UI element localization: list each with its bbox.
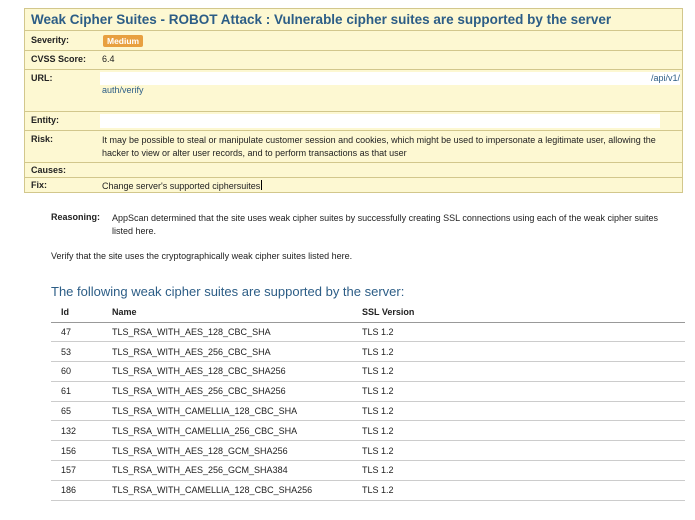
cipher-id: 132 <box>51 420 102 442</box>
cipher-name: TLS_RSA_WITH_AES_256_GCM_SHA384 <box>102 460 352 481</box>
verify-text: Verify that the site uses the cryptograp… <box>51 251 353 261</box>
ssl-version: TLS 1.2 <box>352 460 685 481</box>
fix-label: Fix: <box>31 180 48 190</box>
causes-row: Causes: <box>25 163 682 178</box>
cipher-name: TLS_RSA_WITH_CAMELLIA_128_CBC_SHA256 <box>102 480 352 501</box>
cipher-section-heading: The following weak cipher suites are sup… <box>51 284 405 299</box>
cipher-id: 186 <box>51 480 102 501</box>
ssl-version: TLS 1.2 <box>352 401 685 422</box>
url-label: URL: <box>31 73 53 83</box>
url-value-path[interactable]: auth/verify <box>102 85 144 95</box>
cipher-id: 65 <box>51 401 102 422</box>
cipher-name: TLS_RSA_WITH_AES_128_GCM_SHA256 <box>102 440 352 462</box>
url-row: URL: /api/v1/ auth/verify <box>25 70 682 112</box>
table-row: 47 TLS_RSA_WITH_AES_128_CBC_SHA TLS 1.2 <box>51 322 685 343</box>
table-row: 132 TLS_RSA_WITH_CAMELLIA_256_CBC_SHA TLS … <box>51 420 685 442</box>
fix-value: Change server's supported ciphersuites <box>102 180 263 191</box>
fix-text: Change server's supported ciphersuites <box>102 181 261 191</box>
cipher-name: TLS_RSA_WITH_CAMELLIA_256_CBC_SHA <box>102 420 352 442</box>
cvss-value: 6.4 <box>102 54 115 64</box>
table-row: 156 TLS_RSA_WITH_AES_128_GCM_SHA256 TLS 1.… <box>51 440 685 462</box>
ssl-version: TLS 1.2 <box>352 381 685 402</box>
reasoning-label: Reasoning: <box>51 212 101 222</box>
ssl-version: TLS 1.2 <box>352 440 685 462</box>
table-row: 60 TLS_RSA_WITH_AES_128_CBC_SHA256 TLS 1.2 <box>51 361 685 382</box>
reasoning-text: AppScan determined that the site uses we… <box>112 213 658 236</box>
table-row: 186 TLS_RSA_WITH_CAMELLIA_128_CBC_SHA256 T… <box>51 480 685 501</box>
cipher-id: 53 <box>51 341 102 363</box>
col-id-header: Id <box>51 302 102 323</box>
cipher-id: 157 <box>51 460 102 481</box>
severity-row: Severity: Medium <box>25 32 682 51</box>
table-row: 65 TLS_RSA_WITH_CAMELLIA_128_CBC_SHA TLS 1… <box>51 401 685 422</box>
risk-text: It may be possible to steal or manipulat… <box>102 135 656 158</box>
risk-row: Risk: It may be possible to steal or man… <box>25 131 682 163</box>
table-row: 157 TLS_RSA_WITH_AES_256_GCM_SHA384 TLS 1.… <box>51 460 685 481</box>
cvss-label: CVSS Score: <box>31 54 87 64</box>
fix-row: Fix: Change server's supported ciphersui… <box>25 178 682 193</box>
cipher-name: TLS_RSA_WITH_AES_128_CBC_SHA <box>102 322 352 343</box>
cipher-name: TLS_RSA_WITH_AES_256_CBC_SHA256 <box>102 381 352 402</box>
cvss-row: CVSS Score: 6.4 <box>25 51 682 70</box>
issue-card: Weak Cipher Suites - ROBOT Attack : Vuln… <box>24 8 683 193</box>
causes-label: Causes: <box>31 165 67 175</box>
ssl-version: TLS 1.2 <box>352 420 685 442</box>
cipher-name: TLS_RSA_WITH_AES_128_CBC_SHA256 <box>102 361 352 382</box>
table-row: 53 TLS_RSA_WITH_AES_256_CBC_SHA TLS 1.2 <box>51 341 685 363</box>
cipher-id: 156 <box>51 440 102 462</box>
entity-label: Entity: <box>31 115 59 125</box>
cipher-name: TLS_RSA_WITH_AES_256_CBC_SHA <box>102 341 352 363</box>
entity-redaction <box>100 114 660 128</box>
severity-label: Severity: <box>31 35 70 45</box>
cipher-id: 47 <box>51 322 102 343</box>
text-cursor <box>261 180 263 190</box>
url-redaction <box>100 72 680 85</box>
cipher-name: TLS_RSA_WITH_CAMELLIA_128_CBC_SHA <box>102 401 352 422</box>
severity-badge: Medium <box>103 35 144 47</box>
ssl-version: TLS 1.2 <box>352 361 685 382</box>
ssl-version: TLS 1.2 <box>352 322 685 343</box>
table-row: 61 TLS_RSA_WITH_AES_256_CBC_SHA256 TLS 1.2 <box>51 381 685 402</box>
ssl-version: TLS 1.2 <box>352 341 685 363</box>
cipher-id: 61 <box>51 381 102 402</box>
cipher-id: 60 <box>51 361 102 382</box>
issue-title: Weak Cipher Suites - ROBOT Attack : Vuln… <box>25 9 682 31</box>
ssl-version: TLS 1.2 <box>352 480 685 501</box>
col-ssl-header: SSL Version <box>352 302 685 323</box>
table-header-row: Id Name SSL Version <box>51 302 685 323</box>
cipher-table: Id Name SSL Version 47 TLS_RSA_WITH_AES_1… <box>51 302 685 501</box>
entity-row: Entity: <box>25 112 682 131</box>
risk-label: Risk: <box>31 134 54 144</box>
url-value-end[interactable]: /api/v1/ <box>651 73 680 83</box>
col-name-header: Name <box>102 302 352 323</box>
